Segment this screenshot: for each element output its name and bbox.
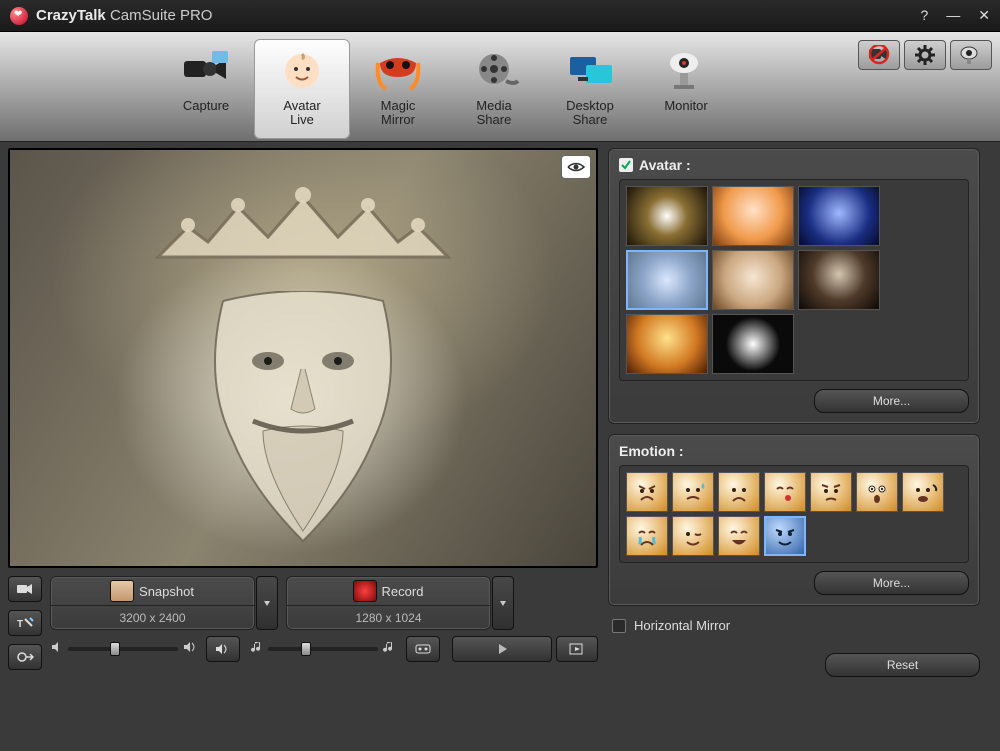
brand-light: CamSuite <box>110 7 180 24</box>
desktop-share-icon <box>560 45 620 95</box>
emotion-kiss[interactable] <box>764 472 806 512</box>
brand-bold: CrazyTalk <box>36 7 106 24</box>
emotion-talk[interactable] <box>902 472 944 512</box>
camera-icon <box>176 45 236 95</box>
music-note-icon <box>250 640 264 659</box>
mute-speaker-button[interactable] <box>206 636 240 662</box>
mode-avatar-live-label: Avatar Live <box>283 99 320 129</box>
snapshot-options-button[interactable] <box>256 576 278 630</box>
mic-loud-icon <box>182 640 196 659</box>
record-panel: Record 1280 x 1024 <box>286 576 491 630</box>
emotion-surprised[interactable] <box>856 472 898 512</box>
record-options-button[interactable] <box>492 576 514 630</box>
avatar-thumb-7[interactable] <box>626 314 708 374</box>
avatar-enabled-checkbox[interactable] <box>619 158 633 172</box>
main-area: T Snapshot 3200 x 2400 <box>0 142 1000 751</box>
mode-desktop-share-label: Desktop Share <box>566 99 614 129</box>
title-bar: CrazyTalk CamSuite PRO ? — ✕ <box>0 0 1000 32</box>
playlist-button[interactable] <box>556 636 598 662</box>
minimize-button[interactable]: — <box>946 7 960 24</box>
emotion-section: Emotion : More... <box>608 434 980 606</box>
settings-button[interactable] <box>904 40 946 70</box>
emotion-grid <box>619 465 969 563</box>
security-camera-icon <box>656 45 716 95</box>
avatar-section: Avatar : More... <box>608 148 980 424</box>
crown-outline-icon <box>148 187 458 271</box>
mode-capture-label: Capture <box>183 99 229 114</box>
emotion-worried[interactable] <box>810 472 852 512</box>
snapshot-resolution: 3200 x 2400 <box>51 605 254 629</box>
baby-face-icon <box>272 45 332 95</box>
horizontal-mirror-checkbox[interactable] <box>612 619 626 633</box>
reset-button[interactable]: Reset <box>825 653 980 677</box>
avatar-thumb-1[interactable] <box>626 186 708 246</box>
avatar-thumb-5[interactable] <box>712 250 794 310</box>
horizontal-mirror-row: Horizontal Mirror <box>608 616 980 635</box>
text-effect-button[interactable]: T <box>8 610 42 636</box>
avatar-thumb-2[interactable] <box>712 186 794 246</box>
snapshot-thumb-icon <box>111 581 133 601</box>
snapshot-panel: Snapshot 3200 x 2400 <box>50 576 255 630</box>
app-title: CrazyTalk CamSuite PRO <box>36 7 212 24</box>
emotion-more-button[interactable]: More... <box>814 571 969 595</box>
mode-capture[interactable]: Capture <box>158 39 254 139</box>
avatar-thumb-6[interactable] <box>798 250 880 310</box>
toggle-visibility-button[interactable] <box>562 156 590 178</box>
brand-edition: PRO <box>180 7 213 24</box>
video-preview <box>8 148 598 568</box>
mic-quiet-icon <box>50 640 64 659</box>
music-loud-icon <box>382 640 396 659</box>
svg-text:T: T <box>17 619 23 630</box>
mic-volume-slider[interactable] <box>50 640 196 659</box>
snapshot-label[interactable]: Snapshot <box>139 584 194 599</box>
record-resolution: 1280 x 1024 <box>287 605 490 629</box>
horizontal-mirror-label: Horizontal Mirror <box>634 618 730 633</box>
emotion-cry[interactable] <box>626 516 668 556</box>
face-outline-icon <box>183 291 423 551</box>
mode-desktop-share[interactable]: Desktop Share <box>542 39 638 139</box>
close-button[interactable]: ✕ <box>978 7 990 24</box>
music-volume-slider[interactable] <box>250 640 396 659</box>
help-button[interactable]: ? <box>920 7 928 24</box>
camera-source-button[interactable] <box>950 40 992 70</box>
mode-monitor[interactable]: Monitor <box>638 39 734 139</box>
mode-toolbar: Capture Avatar Live Magic Mirror Media S… <box>0 32 1000 142</box>
emotion-angry[interactable] <box>626 472 668 512</box>
avatar-grid <box>619 179 969 381</box>
music-mute-button[interactable] <box>406 636 440 662</box>
film-reel-icon <box>464 45 524 95</box>
mode-media-share-label: Media Share <box>476 99 511 129</box>
emotion-sweat[interactable] <box>672 472 714 512</box>
auto-face-track-button[interactable] <box>8 644 42 670</box>
mode-avatar-live[interactable]: Avatar Live <box>254 39 350 139</box>
emotion-sad[interactable] <box>718 472 760 512</box>
avatar-thumb-4[interactable] <box>626 250 708 310</box>
avatar-thumb-3[interactable] <box>798 186 880 246</box>
no-webcam-button[interactable] <box>858 40 900 70</box>
mask-icon <box>368 45 428 95</box>
play-button[interactable] <box>452 636 552 662</box>
camera-toggle-button[interactable] <box>8 576 42 602</box>
emotion-cool[interactable] <box>764 516 806 556</box>
mode-monitor-label: Monitor <box>664 99 707 114</box>
app-logo-icon <box>10 7 28 25</box>
avatar-more-button[interactable]: More... <box>814 389 969 413</box>
record-thumb-icon <box>354 581 376 601</box>
mode-magic-mirror[interactable]: Magic Mirror <box>350 39 446 139</box>
record-label[interactable]: Record <box>382 584 424 599</box>
avatar-header: Avatar : <box>639 157 691 173</box>
avatar-thumb-8[interactable] <box>712 314 794 374</box>
emotion-laugh[interactable] <box>718 516 760 556</box>
mode-magic-mirror-label: Magic Mirror <box>381 99 416 129</box>
mode-media-share[interactable]: Media Share <box>446 39 542 139</box>
emotion-header: Emotion : <box>619 443 684 459</box>
emotion-wink[interactable] <box>672 516 714 556</box>
